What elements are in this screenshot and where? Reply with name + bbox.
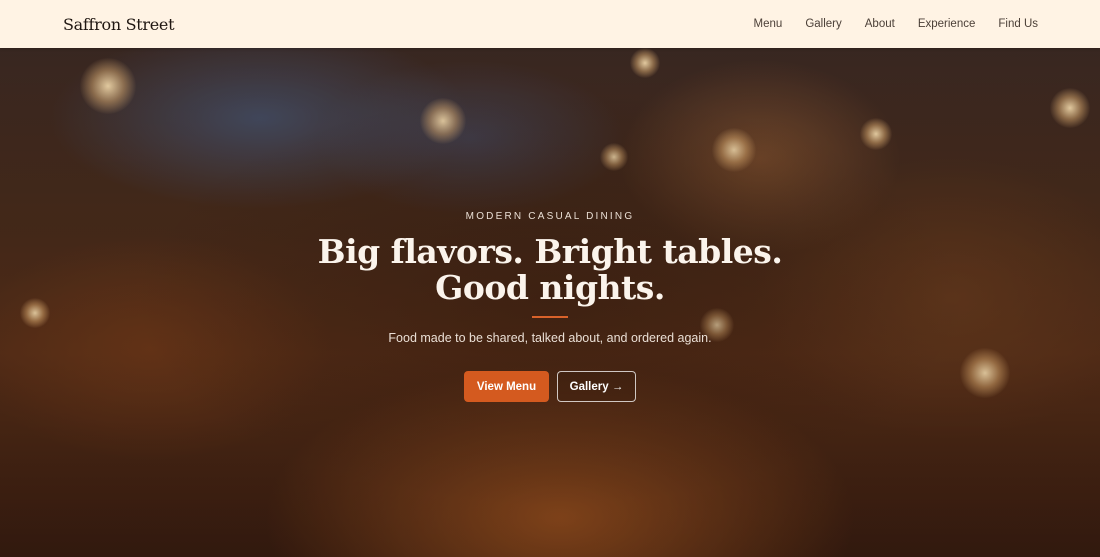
nav-link-experience[interactable]: Experience bbox=[918, 18, 976, 30]
nav-link-menu[interactable]: Menu bbox=[754, 18, 783, 30]
hero-headline-line1: Big flavors. Bright tables. bbox=[317, 232, 783, 271]
nav-link-about[interactable]: About bbox=[865, 18, 895, 30]
headline-divider bbox=[532, 316, 568, 318]
hero-headline-line2: Good nights. bbox=[435, 268, 665, 307]
nav-links: Menu Gallery About Experience Find Us bbox=[754, 18, 1038, 30]
hero-subtitle: Food made to be shared, talked about, an… bbox=[388, 331, 712, 345]
hero-eyebrow: MODERN CASUAL DINING bbox=[465, 211, 635, 222]
gallery-button[interactable]: Gallery → bbox=[557, 371, 636, 402]
view-menu-button[interactable]: View Menu bbox=[464, 371, 549, 402]
hero-headline: Big flavors. Bright tables. Good nights. bbox=[0, 234, 1100, 306]
nav-link-gallery[interactable]: Gallery bbox=[805, 18, 841, 30]
top-navigation-bar: Saffron Street Menu Gallery About Experi… bbox=[0, 0, 1100, 48]
brand-logo[interactable]: Saffron Street bbox=[63, 15, 175, 34]
nav-link-find-us[interactable]: Find Us bbox=[998, 18, 1038, 30]
